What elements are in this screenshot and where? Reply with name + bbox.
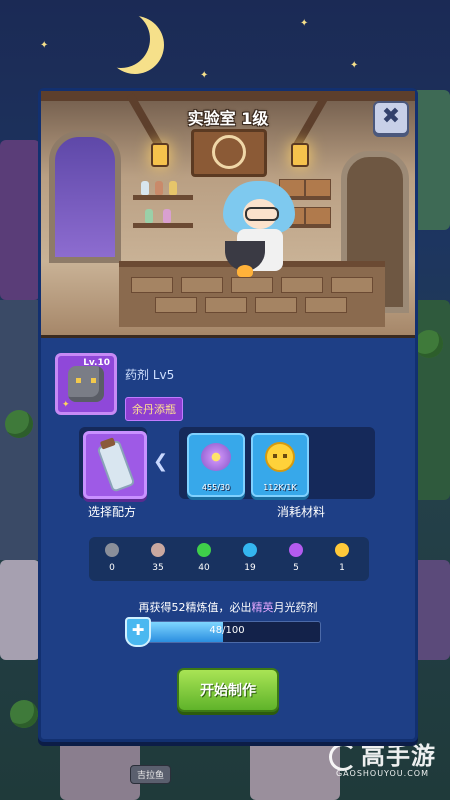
count-value: 1: [339, 563, 345, 573]
counter-brick: [305, 297, 347, 313]
golem-icon: [68, 366, 104, 402]
bottle: [145, 209, 153, 223]
tree: [10, 700, 38, 728]
potion-name: 药剂 Lv5: [125, 368, 175, 382]
watermark-domain: GAOSHOUYOU.COM: [335, 769, 429, 778]
watermark: 高手游 GAOSHOUYOU.COM: [329, 736, 436, 778]
counter-brick: [331, 277, 373, 293]
counter-brick: [155, 297, 197, 313]
ceiling-beam: [41, 91, 415, 101]
start-crafting-button[interactable]: 开始制作: [177, 668, 279, 712]
golem-eyes: [76, 378, 96, 383]
tree: [415, 330, 443, 358]
select-recipe-label: 选择配方: [87, 505, 136, 519]
close-button[interactable]: ✖: [373, 101, 409, 135]
hint-highlight: 精英: [251, 601, 274, 614]
count-value: 5: [293, 563, 299, 573]
counter-brick: [131, 277, 173, 293]
gold-coin-icon: [265, 442, 295, 472]
materials-label: 消耗材料: [276, 505, 325, 519]
vial-cap: [99, 437, 116, 450]
item-tag: 余丹添瓶: [125, 397, 183, 421]
star-icon: ✦: [62, 400, 70, 410]
arrow-left-icon: ❮: [153, 451, 169, 472]
dialog-title: 实验室 1级: [187, 109, 269, 128]
empty-slot-icon: [105, 543, 119, 557]
map-sign[interactable]: 吉拉鱼: [130, 765, 172, 784]
lantern-icon: [291, 143, 309, 167]
watermark-logo-icon: [329, 743, 357, 771]
plus-shield-icon: ✚: [125, 617, 151, 647]
moon-icon: [92, 10, 150, 68]
tree: [5, 410, 33, 438]
arched-window: [49, 131, 121, 263]
watermark-brand: 高手游: [361, 742, 436, 770]
potion-item-card[interactable]: Lv.10 ✦: [55, 353, 117, 415]
star-icon: ✦: [300, 18, 309, 29]
material-moon-flower[interactable]: 455/30: [187, 433, 245, 497]
bottle: [169, 181, 177, 195]
fire-icon: [237, 265, 253, 277]
bottle: [141, 181, 149, 195]
building: [60, 740, 140, 800]
star-icon: ✦: [350, 60, 359, 71]
shelf: [133, 223, 193, 228]
material-quantity: 112K/1K: [263, 483, 297, 492]
counter-brick: [181, 277, 223, 293]
lantern-icon: [151, 143, 169, 167]
green-orb-icon: [197, 543, 211, 557]
count-value: 40: [198, 563, 210, 573]
close-icon: ✖: [381, 104, 401, 129]
laboratory-dialog: 实验室 1级 ✖ Lv.10 ✦ 药剂 Lv5 余丹添瓶 选择配方 ❮ 455/…: [38, 88, 418, 742]
moon-flower-icon: [201, 443, 231, 471]
flask-icon: [212, 135, 246, 169]
character-glasses: [245, 207, 279, 221]
progress-text: 48/100: [209, 625, 245, 636]
gold-orb-icon: [335, 543, 349, 557]
refine-progress-bar: 48/100: [133, 621, 321, 643]
refine-hint: 再获得52精炼值，必出精英月光药剂: [41, 599, 415, 615]
crate: [305, 207, 331, 225]
building: [0, 560, 40, 660]
blue-orb-icon: [243, 543, 257, 557]
hint-suffix: 月光药剂: [273, 601, 318, 614]
building: [0, 140, 40, 300]
count-value: 35: [152, 563, 164, 573]
counter-brick: [281, 277, 323, 293]
start-crafting-label: 开始制作: [200, 683, 256, 699]
shelf: [133, 195, 193, 200]
star-icon: ✦: [200, 70, 209, 81]
material-quantity: 455/30: [201, 483, 231, 492]
item-level: Lv.10: [83, 358, 110, 368]
counter-brick: [205, 297, 247, 313]
crate: [305, 179, 331, 197]
vial-icon: [96, 437, 136, 493]
material-gold-coin[interactable]: 112K/1K: [251, 433, 309, 497]
count-value: 19: [244, 563, 256, 573]
bottle: [155, 181, 163, 195]
laboratory-scene: 实验室 1级 ✖: [41, 91, 415, 338]
essence-counts: 0 35 40 19 5 1: [89, 537, 369, 581]
counter-brick: [231, 277, 273, 293]
counter-brick: [255, 297, 297, 313]
bottle: [163, 209, 171, 223]
hint-prefix: 再获得52精炼值，必出: [138, 601, 252, 614]
star-icon: ✦: [40, 40, 49, 51]
count-value: 0: [109, 563, 115, 573]
select-recipe-button[interactable]: [83, 431, 147, 499]
coin-face: [273, 454, 287, 458]
grey-orb-icon: [151, 543, 165, 557]
purple-orb-icon: [289, 543, 303, 557]
